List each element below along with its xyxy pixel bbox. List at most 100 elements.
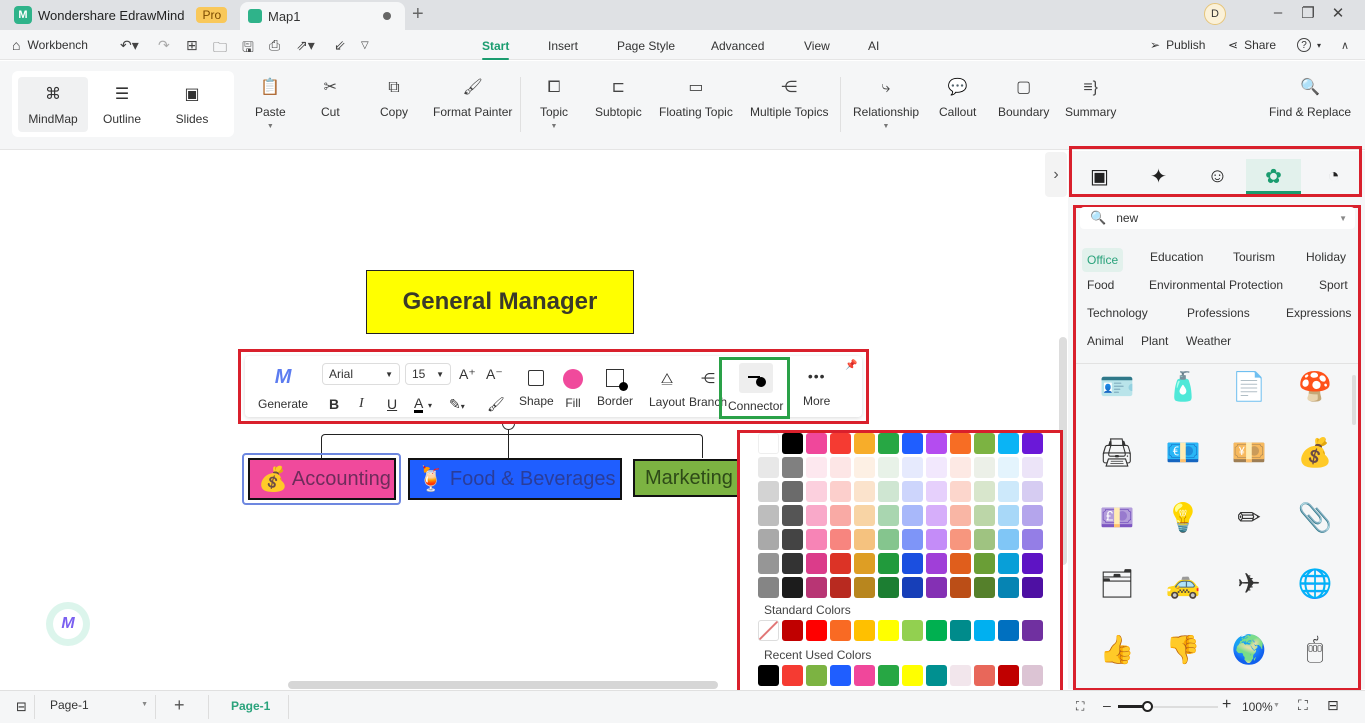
- recent-color-swatch[interactable]: [878, 665, 899, 686]
- recent-color-swatch[interactable]: [926, 665, 947, 686]
- generate-button[interactable]: M Generate: [258, 366, 308, 411]
- theme-color-swatch[interactable]: [854, 505, 875, 526]
- page-panel-toggle-icon[interactable]: ⊟: [16, 699, 27, 715]
- theme-color-swatch[interactable]: [854, 457, 875, 478]
- copy-button[interactable]: ⧉ Copy: [380, 79, 408, 119]
- category-plant[interactable]: Plant: [1141, 334, 1168, 348]
- theme-color-swatch[interactable]: [974, 457, 995, 478]
- recent-color-swatch[interactable]: [950, 665, 971, 686]
- standard-color-swatch[interactable]: [902, 620, 923, 641]
- workbench-button[interactable]: ⌂ Workbench: [12, 37, 88, 53]
- mouse-icon[interactable]: 🖱: [1295, 629, 1335, 669]
- theme-color-swatch[interactable]: [902, 457, 923, 478]
- mindmap-view-button[interactable]: ⌘ MindMap: [18, 77, 88, 132]
- theme-color-swatch[interactable]: [806, 577, 827, 598]
- theme-color-swatch[interactable]: [806, 457, 827, 478]
- theme-color-swatch[interactable]: [830, 433, 851, 454]
- standard-color-swatch[interactable]: [782, 620, 803, 641]
- zoom-in-button[interactable]: +: [1222, 696, 1231, 714]
- expand-panel-button[interactable]: ›: [1045, 152, 1067, 197]
- theme-color-swatch[interactable]: [926, 481, 947, 502]
- glue-bottle-icon[interactable]: 🧴: [1163, 366, 1203, 406]
- topic-food-beverages[interactable]: 🍹 Food & Beverages: [408, 458, 622, 500]
- theme-color-swatch[interactable]: [998, 505, 1019, 526]
- shape-button[interactable]: Shape: [519, 370, 554, 408]
- sticker-panel-tab[interactable]: ☺: [1190, 159, 1245, 193]
- print-icon[interactable]: ⎙: [269, 37, 280, 54]
- theme-color-swatch[interactable]: [1022, 433, 1043, 454]
- document-tab[interactable]: Map1: [240, 2, 405, 30]
- theme-color-swatch[interactable]: [878, 433, 899, 454]
- theme-color-swatch[interactable]: [830, 505, 851, 526]
- theme-color-swatch[interactable]: [854, 481, 875, 502]
- clipart-search-input[interactable]: 🔍 new ▼: [1080, 207, 1355, 229]
- recent-color-swatch[interactable]: [1022, 665, 1043, 686]
- zoom-out-button[interactable]: –: [1103, 697, 1111, 713]
- category-sport[interactable]: Sport: [1319, 278, 1348, 292]
- theme-color-swatch[interactable]: [782, 457, 803, 478]
- recent-color-swatch[interactable]: [854, 665, 875, 686]
- underline-button[interactable]: U: [387, 396, 397, 412]
- fit-page-icon[interactable]: ⛶: [1076, 699, 1084, 714]
- desk-lamp-icon[interactable]: 💡: [1163, 497, 1203, 537]
- theme-color-swatch[interactable]: [830, 553, 851, 574]
- theme-color-swatch[interactable]: [998, 457, 1019, 478]
- italic-button[interactable]: I: [359, 396, 364, 412]
- earth-icon[interactable]: 🌍: [1229, 629, 1269, 669]
- unsaved-dot-icon[interactable]: [383, 12, 391, 20]
- theme-color-swatch[interactable]: [854, 553, 875, 574]
- share-button[interactable]: ⋖ Share: [1228, 38, 1276, 52]
- font-family-select[interactable]: Arial ▼: [322, 363, 400, 385]
- relationship-button[interactable]: ⤷ Relationship ▼: [853, 79, 919, 130]
- theme-color-swatch[interactable]: [830, 481, 851, 502]
- theme-color-swatch[interactable]: [1022, 457, 1043, 478]
- globe-icon[interactable]: 🌐: [1295, 563, 1335, 603]
- zoom-caret-icon[interactable]: ▼: [1273, 702, 1280, 709]
- standard-color-swatch[interactable]: [878, 620, 899, 641]
- theme-color-swatch[interactable]: [878, 553, 899, 574]
- theme-color-swatch[interactable]: [782, 433, 803, 454]
- font-color-button[interactable]: A: [414, 396, 424, 413]
- category-expressions[interactable]: Expressions: [1286, 306, 1351, 320]
- topic-accounting[interactable]: 💰 Accounting: [248, 458, 396, 500]
- history-panel-tab[interactable]: ◔: [1306, 159, 1361, 193]
- thumbs-down-icon[interactable]: 👎: [1163, 629, 1203, 669]
- theme-color-swatch[interactable]: [950, 433, 971, 454]
- font-size-select[interactable]: 15 ▼: [405, 363, 451, 385]
- chevron-down-icon[interactable]: ▼: [1339, 214, 1347, 223]
- menu-page-style[interactable]: Page Style: [617, 39, 675, 53]
- resume-icon[interactable]: 📄: [1229, 366, 1269, 406]
- pound-bag-icon[interactable]: 💷: [1097, 497, 1137, 537]
- theme-color-swatch[interactable]: [926, 433, 947, 454]
- zoom-slider-track[interactable]: [1118, 701, 1218, 712]
- recent-color-swatch[interactable]: [974, 665, 995, 686]
- theme-color-swatch[interactable]: [758, 577, 779, 598]
- zoom-slider-handle[interactable]: [1142, 701, 1153, 712]
- bold-button[interactable]: B: [329, 396, 339, 412]
- theme-color-swatch[interactable]: [806, 481, 827, 502]
- menu-ai[interactable]: AI: [868, 39, 879, 53]
- theme-color-swatch[interactable]: [950, 529, 971, 550]
- theme-color-swatch[interactable]: [806, 505, 827, 526]
- category-office[interactable]: Office: [1082, 248, 1124, 272]
- floating-topic-button[interactable]: ▭ Floating Topic: [659, 79, 733, 119]
- theme-color-swatch[interactable]: [806, 433, 827, 454]
- category-environmental-protection[interactable]: Environmental Protection: [1149, 278, 1283, 292]
- pin-icon[interactable]: 📌: [845, 360, 857, 371]
- callout-button[interactable]: 💬 Callout: [939, 79, 976, 119]
- airplane-icon[interactable]: ✈: [1229, 563, 1269, 603]
- new-tab-button[interactable]: +: [412, 3, 424, 25]
- decrease-font-button[interactable]: A⁻: [486, 366, 503, 383]
- standard-color-swatch[interactable]: [806, 620, 827, 641]
- theme-color-swatch[interactable]: [1022, 481, 1043, 502]
- pro-badge[interactable]: Pro: [196, 7, 228, 23]
- paste-caret-icon[interactable]: ▼: [267, 123, 274, 130]
- theme-color-swatch[interactable]: [1022, 577, 1043, 598]
- theme-color-swatch[interactable]: [974, 577, 995, 598]
- theme-color-swatch[interactable]: [854, 433, 875, 454]
- horizontal-scrollbar[interactable]: [288, 681, 718, 689]
- collapse-ribbon-icon[interactable]: ∧: [1341, 39, 1349, 52]
- theme-color-swatch[interactable]: [1022, 529, 1043, 550]
- theme-color-swatch[interactable]: [950, 505, 971, 526]
- standard-color-swatch[interactable]: [974, 620, 995, 641]
